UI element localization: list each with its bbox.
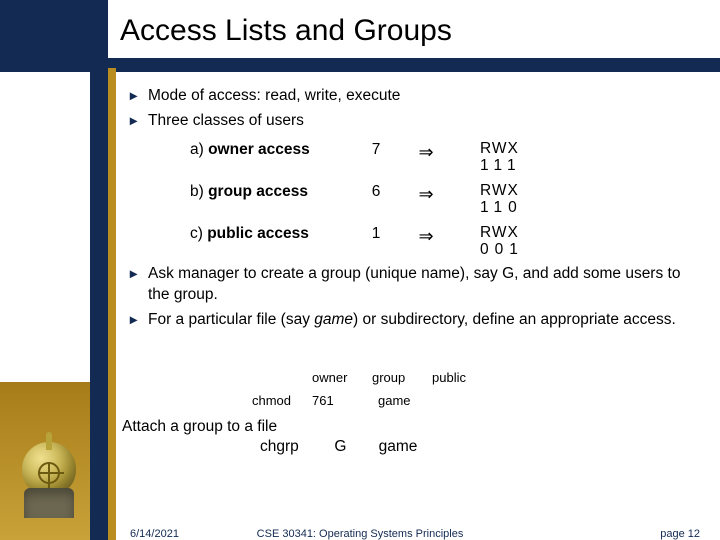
rwx-label: RWX — [480, 140, 522, 157]
col-public: public — [432, 370, 492, 385]
bullet-text: Mode of access: read, write, execute — [148, 86, 690, 107]
bullet-text: Ask manager to create a group (unique na… — [148, 264, 690, 306]
chgrp-group: G — [334, 438, 374, 456]
row-label: group access — [208, 183, 308, 200]
row-label: public access — [207, 225, 309, 242]
chmod-table: owner group public chmod 761 game — [252, 370, 492, 408]
content: ▸ Mode of access: read, write, execute ▸… — [130, 84, 690, 335]
col-group: group — [372, 370, 432, 385]
bullet-1: ▸ Mode of access: read, write, execute — [130, 86, 690, 107]
bullet-marker: ▸ — [130, 86, 148, 107]
page-title: Access Lists and Groups — [120, 14, 452, 48]
row-prefix: c) — [190, 225, 207, 242]
bullet-marker: ▸ — [130, 264, 148, 306]
arrow-icon: ⇒ — [406, 182, 446, 206]
chgrp-file: game — [379, 438, 418, 456]
col-owner: owner — [312, 370, 372, 385]
row-octal: 6 — [346, 182, 406, 203]
row-octal: 1 — [346, 224, 406, 245]
footer-page: page 12 — [660, 528, 700, 540]
rwx-bits: 110 — [480, 199, 523, 216]
bullet-text: For a particular file (say game) or subd… — [148, 310, 690, 331]
access-row-public: c) public access 1 ⇒ RWX001 — [130, 224, 690, 258]
bullet-3: ▸ Ask manager to create a group (unique … — [130, 264, 690, 306]
side-bar-gold — [108, 68, 116, 540]
chmod-file: game — [372, 393, 432, 408]
bullet-2: ▸ Three classes of users — [130, 111, 690, 132]
dome-logo — [18, 418, 80, 518]
attach-line: Attach a group to a file — [122, 418, 277, 436]
rwx-label: RWX — [480, 182, 523, 199]
arrow-icon: ⇒ — [406, 140, 446, 164]
chmod-cmd: chmod — [252, 393, 312, 408]
rwx-label: RWX — [480, 224, 524, 241]
access-row-owner: a) owner access 7 ⇒ RWX111 — [130, 140, 690, 174]
chgrp-cmd: chgrp — [260, 438, 330, 456]
row-label: owner access — [208, 141, 310, 158]
arrow-icon: ⇒ — [406, 224, 446, 248]
row-prefix: a) — [190, 141, 208, 158]
access-row-group: b) group access 6 ⇒ RWX110 — [130, 182, 690, 216]
bullet-4: ▸ For a particular file (say game) or su… — [130, 310, 690, 331]
chgrp-line: chgrp G game — [260, 438, 417, 456]
bullet-text: Three classes of users — [148, 111, 690, 132]
slide: Access Lists and Groups ▸ Mode of access… — [0, 0, 720, 540]
rwx-bits: 001 — [480, 241, 524, 258]
row-octal: 7 — [346, 140, 406, 161]
bullet-marker: ▸ — [130, 111, 148, 132]
chmod-mode: 761 — [312, 393, 372, 408]
rwx-bits: 111 — [480, 157, 522, 174]
footer-course: CSE 30341: Operating Systems Principles — [0, 528, 720, 540]
side-bar-dark — [90, 72, 108, 540]
row-prefix: b) — [190, 183, 208, 200]
bullet-marker: ▸ — [130, 310, 148, 331]
